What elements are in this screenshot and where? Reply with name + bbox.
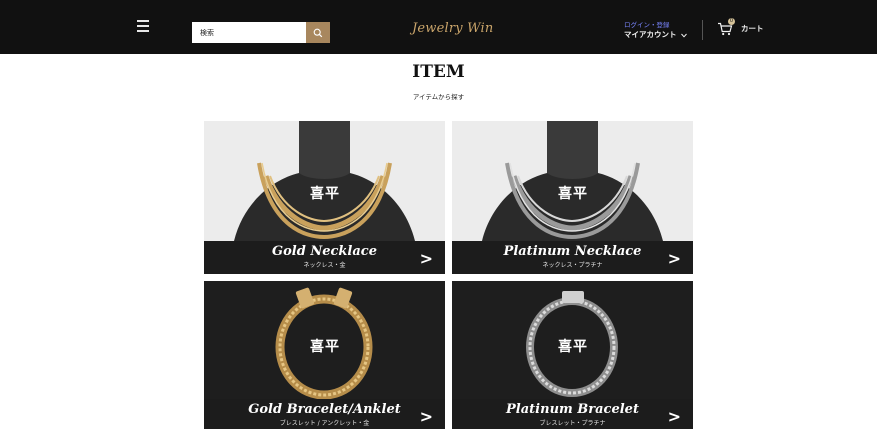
- card-subtitle: ブレスレット / アンクレット・金: [279, 420, 370, 427]
- kihei-badge: 喜平: [310, 339, 340, 355]
- header-divider: [702, 20, 703, 40]
- site-logo[interactable]: Jewelry Win: [412, 21, 493, 36]
- my-account-label: マイアカウント: [624, 30, 677, 39]
- category-card-platinum-necklace[interactable]: 喜平 Platinum Necklace ネックレス・プラチナ >: [452, 121, 693, 274]
- account-menu: ログイン・登録 マイアカウント: [624, 20, 687, 40]
- login-register-link[interactable]: ログイン・登録: [624, 20, 687, 30]
- search-icon: [313, 28, 323, 37]
- search-input[interactable]: [192, 22, 306, 43]
- card-subtitle: ネックレス・金: [303, 262, 346, 269]
- chevron-down-icon: [680, 33, 687, 38]
- card-caption-bar: Gold Necklace ネックレス・金 >: [204, 241, 445, 274]
- search-button[interactable]: [306, 22, 330, 43]
- search-bar: [192, 22, 330, 43]
- page-subtitle: アイテムから探す: [412, 93, 465, 101]
- category-card-gold-bracelet[interactable]: 喜平 Gold Bracelet/Anklet ブレスレット / アンクレット・…: [204, 281, 445, 429]
- card-caption-bar: Platinum Bracelet ブレスレット・プラチナ >: [452, 399, 693, 429]
- card-title: Gold Necklace: [272, 244, 377, 259]
- card-caption-bar: Gold Bracelet/Anklet ブレスレット / アンクレット・金 >: [204, 399, 445, 429]
- kihei-badge: 喜平: [558, 339, 588, 355]
- card-subtitle: ブレスレット・プラチナ: [539, 420, 606, 427]
- my-account-dropdown[interactable]: マイアカウント: [624, 30, 687, 40]
- chevron-right-icon: >: [667, 407, 681, 426]
- hamburger-menu-icon[interactable]: [137, 20, 149, 32]
- category-card-platinum-bracelet[interactable]: 喜平 Platinum Bracelet ブレスレット・プラチナ >: [452, 281, 693, 429]
- card-title: Gold Bracelet/Anklet: [248, 402, 401, 417]
- cart-count-badge: 0: [728, 18, 735, 25]
- card-caption-bar: Platinum Necklace ネックレス・プラチナ >: [452, 241, 693, 274]
- category-card-gold-necklace[interactable]: 喜平 Gold Necklace ネックレス・金 >: [204, 121, 445, 274]
- site-header: Jewelry Win ログイン・登録 マイアカウント 0 カート: [0, 0, 877, 54]
- gold-necklace-image: [204, 121, 445, 241]
- chevron-right-icon: >: [419, 249, 433, 268]
- card-subtitle: ネックレス・プラチナ: [542, 262, 603, 269]
- card-title: Platinum Necklace: [503, 244, 642, 259]
- kihei-badge: 喜平: [310, 186, 340, 202]
- cart-icon-wrap: 0: [717, 18, 735, 36]
- cart-label: カート: [741, 23, 764, 33]
- chevron-right-icon: >: [667, 249, 681, 268]
- platinum-necklace-image: [452, 121, 693, 241]
- chevron-right-icon: >: [419, 407, 433, 426]
- page-title: ITEM: [412, 62, 465, 82]
- cart-link[interactable]: 0 カート: [717, 18, 764, 36]
- card-title: Platinum Bracelet: [506, 402, 639, 417]
- kihei-badge: 喜平: [558, 186, 588, 202]
